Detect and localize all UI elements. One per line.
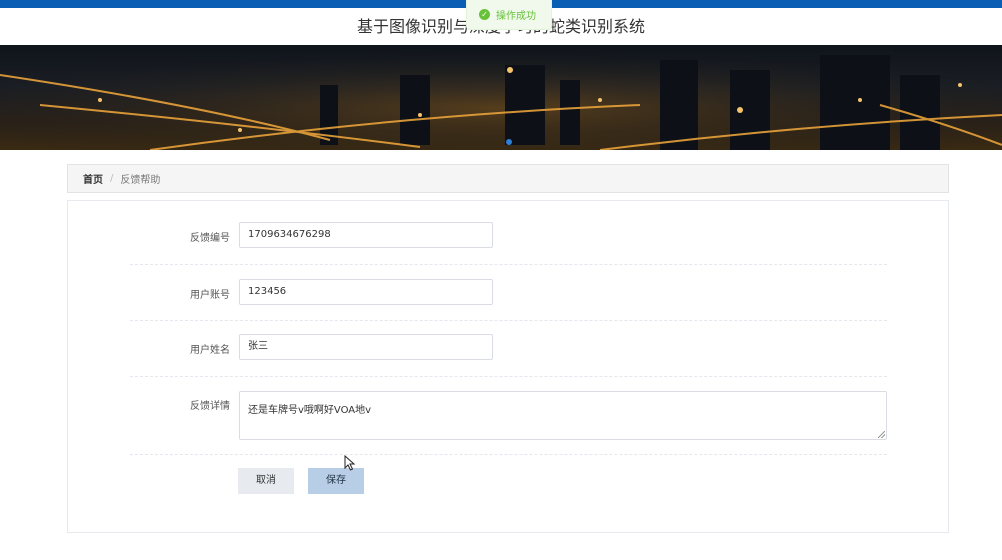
feedback-detail-label: 反馈详情 <box>190 401 230 412</box>
check-circle-icon: ✓ <box>479 9 490 20</box>
feedback-id-input[interactable]: 1709634676298 <box>239 222 493 248</box>
city-night-illustration <box>0 45 1002 150</box>
breadcrumb-current: 反馈帮助 <box>120 175 161 186</box>
cancel-button[interactable]: 取消 <box>238 468 294 494</box>
breadcrumb-home[interactable]: 首页 <box>83 171 103 186</box>
toast-message: 操作成功 <box>496 11 536 22</box>
breadcrumb: 首页 / 反馈帮助 <box>67 164 949 193</box>
form-row-user-name: 用户姓名 张三 <box>130 321 887 377</box>
feedback-detail-text: 还是车牌号v哦啊好VOA地v <box>248 405 372 416</box>
user-name-label: 用户姓名 <box>190 345 230 356</box>
banner-image <box>0 45 1002 150</box>
resize-handle-icon[interactable] <box>878 431 885 438</box>
feedback-form-panel: 反馈编号 1709634676298 用户账号 123456 用户姓名 张三 反… <box>67 200 949 533</box>
carousel-indicator[interactable] <box>506 139 512 145</box>
breadcrumb-separator: / <box>110 173 114 184</box>
form-row-feedback-id: 反馈编号 1709634676298 <box>130 211 887 265</box>
form-row-user-account: 用户账号 123456 <box>130 265 887 321</box>
mouse-cursor-icon <box>344 455 356 471</box>
success-toast: ✓ 操作成功 <box>466 0 552 30</box>
save-button[interactable]: 保存 <box>308 468 364 494</box>
user-name-input[interactable]: 张三 <box>239 334 493 360</box>
feedback-detail-textarea[interactable]: 还是车牌号v哦啊好VOA地v <box>239 391 887 440</box>
form-row-feedback-detail: 反馈详情 还是车牌号v哦啊好VOA地v <box>130 377 887 455</box>
user-account-input[interactable]: 123456 <box>239 279 493 305</box>
feedback-id-label: 反馈编号 <box>190 233 230 244</box>
user-account-label: 用户账号 <box>190 290 230 301</box>
